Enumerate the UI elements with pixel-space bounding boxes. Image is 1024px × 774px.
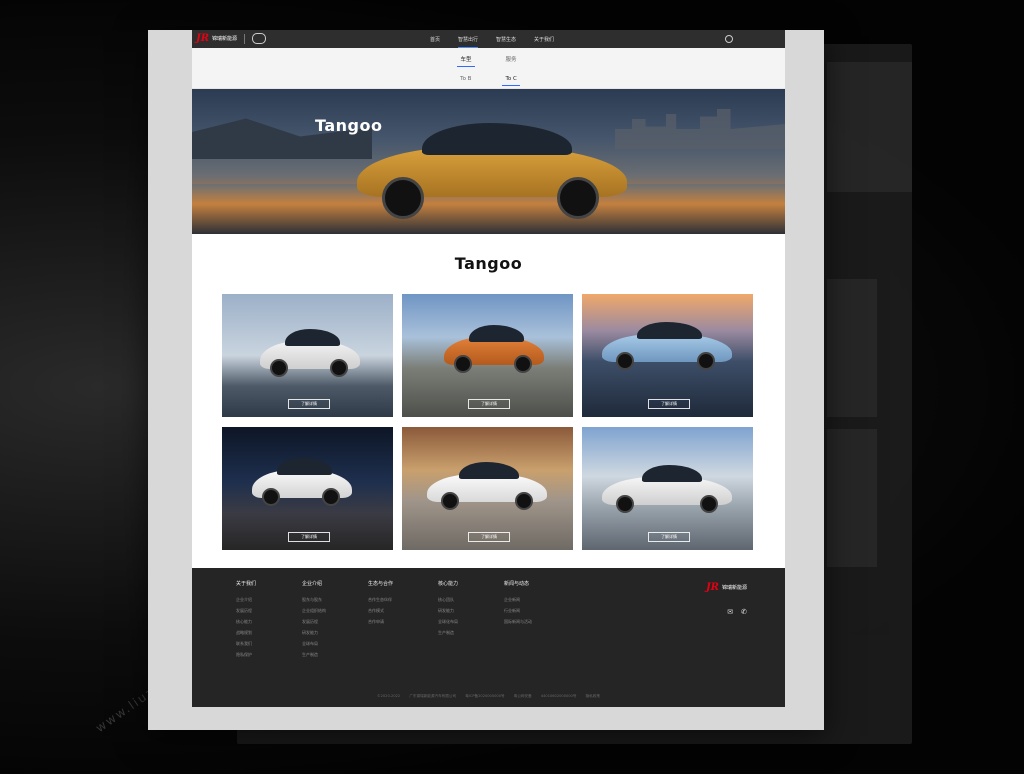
learn-more-button[interactable]: 了解详情 — [648, 532, 690, 542]
nav-smart-ecology[interactable]: 智慧生态 — [496, 36, 516, 43]
learn-more-button[interactable]: 了解详情 — [468, 532, 510, 542]
footer-link[interactable]: 全球布局 — [302, 641, 326, 647]
secondary-tabs: To B To C — [192, 70, 785, 89]
hero-banner: Tangoo — [192, 89, 785, 234]
nav-home[interactable]: 首页 — [430, 36, 440, 43]
footer-logo-text: 锦瑞新能源 — [721, 585, 747, 591]
footer-link[interactable]: 核心团队 — [438, 597, 458, 603]
learn-more-button[interactable]: 了解详情 — [468, 399, 510, 409]
top-nav-bar: JR 锦瑞新能源 首页 智慧出行 智慧生态 关于我们 — [192, 30, 785, 48]
car-image — [602, 462, 732, 517]
footer-link[interactable]: 股东与股东 — [302, 597, 326, 603]
footer-link[interactable]: 国际新闻与活动 — [504, 619, 532, 625]
footer-link[interactable]: 合作申请 — [368, 619, 393, 625]
phone-icon[interactable]: ✆ — [741, 608, 747, 616]
footer-column-news: 新闻与动态 企业新闻 行业新闻 国际新闻与活动 — [504, 581, 532, 625]
footer-column-capability: 核心能力 核心团队 研发能力 全球化布局 生产制造 — [438, 581, 459, 636]
brand-logo[interactable]: JR 锦瑞新能源 — [196, 33, 267, 44]
globe-icon[interactable] — [725, 35, 733, 43]
footer: 关于我们 企业介绍 发展历程 核心能力 战略规划 联系我们 隐私保护 企业介绍 … — [192, 568, 785, 707]
footer-link[interactable]: 企业组织结构 — [302, 608, 326, 614]
tab-to-c[interactable]: To C — [502, 76, 521, 86]
footer-link[interactable]: 隐私保护 — [236, 652, 256, 658]
car-image — [602, 319, 732, 374]
nav-smart-mobility[interactable]: 智慧出行 — [458, 36, 479, 48]
hero-car-image — [352, 117, 632, 219]
model-card[interactable]: 了解详情 — [402, 294, 573, 417]
model-card[interactable]: 了解详情 — [582, 427, 753, 550]
logo-text: 锦瑞新能源 — [212, 36, 238, 42]
model-card[interactable]: 了解详情 — [402, 427, 573, 550]
footer-link[interactable]: 研发能力 — [302, 630, 326, 636]
model-card[interactable]: 了解详情 — [222, 294, 393, 417]
car-image — [444, 322, 544, 377]
learn-more-button[interactable]: 了解详情 — [288, 532, 330, 542]
model-card[interactable]: 了解详情 — [222, 427, 393, 550]
footer-link[interactable]: 合作模式 — [368, 608, 393, 614]
footer-link[interactable]: 生产制造 — [302, 652, 326, 658]
tab-to-b[interactable]: To B — [457, 76, 474, 82]
hero-city-skyline — [615, 109, 785, 149]
footer-contact-icons: ✉ ✆ — [727, 608, 747, 616]
footer-column-ecosystem: 生态与合作 合作生态伙伴 合作模式 合作申请 — [368, 581, 394, 625]
footer-column-about: 关于我们 企业介绍 发展历程 核心能力 战略规划 联系我们 隐私保护 — [236, 581, 257, 658]
tab-models[interactable]: 车型 — [457, 55, 475, 67]
car-image — [427, 459, 547, 514]
model-card[interactable]: 了解详情 — [582, 294, 753, 417]
learn-more-button[interactable]: 了解详情 — [648, 399, 690, 409]
footer-link[interactable]: 核心能力 — [236, 619, 256, 625]
main-nav: 首页 智慧出行 智慧生态 关于我们 — [430, 30, 554, 48]
footer-link[interactable]: 合作生态伙伴 — [368, 597, 393, 603]
footer-link[interactable]: 生产制造 — [438, 630, 458, 636]
footer-logo-mark: JR — [705, 582, 719, 593]
primary-tabs: 车型 服务 — [192, 48, 785, 70]
page-mockup: JR 锦瑞新能源 首页 智慧出行 智慧生态 关于我们 车型 服务 To B To… — [148, 30, 824, 730]
mail-icon[interactable]: ✉ — [727, 608, 733, 616]
section-title: Tangoo — [454, 254, 523, 273]
sub-brand-icon — [252, 33, 267, 44]
footer-link[interactable]: 战略规划 — [236, 630, 256, 636]
footer-link[interactable]: 企业新闻 — [504, 597, 532, 603]
footer-link[interactable]: 联系我们 — [236, 641, 256, 647]
footer-link[interactable]: 全球化布局 — [438, 619, 458, 625]
footer-link[interactable]: 研发能力 — [438, 608, 458, 614]
footer-link[interactable]: 发展历程 — [302, 619, 326, 625]
copyright-text: ©2020-2022 广东锦瑞新能源汽车有限公司 粤ICP备2020000000… — [377, 694, 600, 698]
footer-link[interactable]: 行业新闻 — [504, 608, 532, 614]
learn-more-button[interactable]: 了解详情 — [288, 399, 330, 409]
footer-link[interactable]: 企业介绍 — [236, 597, 256, 603]
model-grid: 了解详情 了解详情 了解详情 了解详情 了解详情 了解详情 — [222, 294, 753, 550]
car-image — [252, 455, 352, 510]
nav-about[interactable]: 关于我们 — [534, 36, 554, 43]
footer-column-company: 企业介绍 股东与股东 企业组织结构 发展历程 研发能力 全球布局 生产制造 — [302, 581, 326, 658]
tab-services[interactable]: 服务 — [503, 55, 520, 63]
logo-divider — [244, 33, 246, 44]
footer-logo: JR 锦瑞新能源 — [706, 582, 747, 593]
car-image — [260, 326, 360, 381]
logo-mark: JR — [196, 33, 210, 44]
website: JR 锦瑞新能源 首页 智慧出行 智慧生态 关于我们 车型 服务 To B To… — [192, 30, 785, 707]
footer-link[interactable]: 发展历程 — [236, 608, 256, 614]
